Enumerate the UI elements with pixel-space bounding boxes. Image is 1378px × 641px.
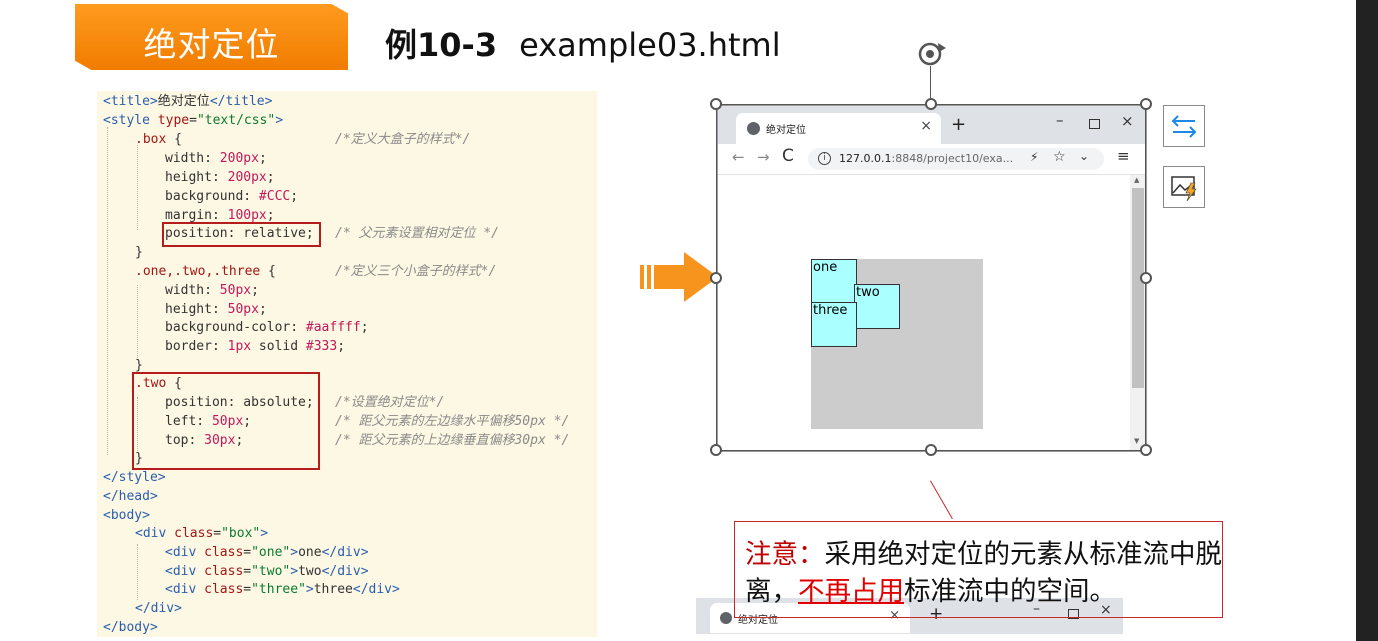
code-comment-18: /* 距父元素的左边缘水平偏移50px */: [335, 414, 570, 429]
chevron-down-icon[interactable]: ⌄: [1079, 149, 1089, 163]
demo-box: one two three: [811, 259, 983, 429]
code-line-28: </div>: [135, 601, 182, 616]
code-line-9: }: [135, 245, 143, 260]
code-line-23: <body>: [103, 508, 150, 523]
reload-icon[interactable]: C: [782, 146, 794, 166]
code-comment-17: /*设置绝对定位*/: [335, 395, 445, 410]
image-lightning-icon: [1171, 176, 1197, 202]
address-bar[interactable]: i 127.0.0.1:8848/project10/exa... ⚡ ☆ ⌄: [808, 148, 1104, 170]
indent-guide: [137, 145, 138, 230]
url-text: 127.0.0.1:8848/project10/exa...: [839, 152, 1014, 165]
menu-icon[interactable]: ≡: [1117, 147, 1130, 165]
code-comment-10: /*定义三个小盒子的样式*/: [335, 264, 497, 279]
design-ideas-button[interactable]: [1163, 166, 1205, 208]
code-line-2: <style type="text/css">: [103, 113, 284, 128]
code-line-14: border: 1px solid #333;: [165, 339, 346, 354]
code-line-1: <title>绝对定位</title>: [103, 94, 273, 109]
indent-guide: [137, 285, 138, 360]
example-label: 例10-3: [385, 26, 498, 64]
section-title: 绝对定位: [143, 25, 280, 64]
code-comment-19: /* 距父元素的上边缘垂直偏移30px */: [335, 433, 570, 448]
note-emphasis: 不再占用: [798, 576, 904, 607]
code-line-25: <div class="one">one</div>: [165, 545, 369, 560]
rotate-icon[interactable]: [914, 38, 948, 72]
code-line-24: <div class="box">: [135, 526, 269, 541]
globe-icon: [747, 122, 760, 135]
code-comment-3: /*定义大盒子的样式*/: [335, 132, 471, 147]
note-text-2: 标准流中的空间。: [904, 576, 1116, 607]
code-line-10: .one,.two,.three {: [135, 264, 276, 279]
code-comment-8: /* 父元素设置相对定位 */: [335, 226, 499, 241]
browser-toolbar: ← → C i 127.0.0.1:8848/project10/exa... …: [718, 144, 1146, 175]
code-line-5: height: 200px;: [165, 170, 275, 185]
browser-window: 绝对定位 × + – × ← → C i 127.0.0.1:8848/proj…: [717, 105, 1147, 452]
demo-box-two: two: [854, 284, 900, 329]
star-icon[interactable]: ☆: [1053, 149, 1066, 165]
tab-title: 绝对定位: [766, 125, 806, 136]
code-line-6: background: #CCC;: [165, 189, 299, 204]
resize-handle[interactable]: [1140, 98, 1152, 110]
new-tab-icon[interactable]: +: [951, 114, 966, 135]
resize-handle[interactable]: [1140, 272, 1152, 284]
demo-box-three: three: [811, 302, 857, 347]
code-line-22: </head>: [103, 489, 158, 504]
back-icon[interactable]: ←: [732, 148, 745, 166]
window-close-icon[interactable]: ×: [1121, 112, 1134, 130]
globe-icon: [720, 612, 732, 624]
code-line-3: .box {: [135, 132, 182, 147]
info-icon[interactable]: i: [818, 152, 831, 165]
arrow-right-icon: [640, 252, 718, 302]
example-file: example03.html: [519, 26, 781, 64]
code-panel: <title>绝对定位</title> <style type="text/cs…: [97, 91, 597, 637]
callout-pointer: [930, 480, 953, 520]
scroll-up-icon[interactable]: ▲: [1134, 176, 1139, 184]
layout-options-button[interactable]: [1163, 105, 1205, 147]
scroll-thumb[interactable]: [1132, 188, 1144, 388]
resize-handle[interactable]: [710, 444, 722, 456]
right-edge-strip: [1356, 0, 1378, 641]
browser-tab[interactable]: 绝对定位 ×: [736, 113, 941, 144]
minimize-icon[interactable]: –: [1056, 111, 1064, 129]
code-line-29: </body>: [103, 620, 158, 635]
code-line-21: </style>: [103, 470, 166, 485]
resize-handle[interactable]: [710, 98, 722, 110]
code-line-11: width: 50px;: [165, 283, 259, 298]
browser-tab-bar: 绝对定位 × + – ×: [718, 106, 1146, 144]
note-callout: 注意：采用绝对定位的元素从标准流中脱离，不再占用标准流中的空间。: [734, 521, 1223, 618]
resize-handle[interactable]: [925, 444, 937, 456]
bolt-icon[interactable]: ⚡: [1030, 150, 1038, 164]
code-line-4: width: 200px;: [165, 151, 267, 166]
swap-arrows-icon: [1171, 115, 1197, 138]
example-heading: 例10-3 example03.html: [385, 20, 781, 66]
maximize-icon[interactable]: [1089, 119, 1100, 129]
resize-handle[interactable]: [710, 272, 722, 284]
resize-handle[interactable]: [925, 98, 937, 110]
code-line-12: height: 50px;: [165, 302, 267, 317]
page-viewport: one two three: [718, 175, 1130, 450]
code-line-27: <div class="three">three</div>: [165, 582, 400, 597]
indent-guide: [107, 127, 108, 455]
toolbar-2: [696, 634, 1123, 641]
demo-box-one: one: [811, 259, 857, 304]
indent-guide: [137, 544, 138, 600]
tab-close-icon[interactable]: ×: [920, 118, 932, 134]
resize-handle[interactable]: [1140, 444, 1152, 456]
code-line-26: <div class="two">two</div>: [165, 564, 369, 579]
scrollbar[interactable]: ▲ ▼: [1130, 175, 1146, 450]
code-line-13: background-color: #aaffff;: [165, 320, 369, 335]
section-title-tab: 绝对定位: [75, 4, 348, 70]
highlight-two-rule: [132, 372, 320, 470]
highlight-relative: [162, 222, 321, 247]
note-label: 注意: [745, 539, 798, 570]
forward-icon[interactable]: →: [757, 148, 770, 166]
scroll-down-icon[interactable]: ▼: [1134, 437, 1139, 445]
